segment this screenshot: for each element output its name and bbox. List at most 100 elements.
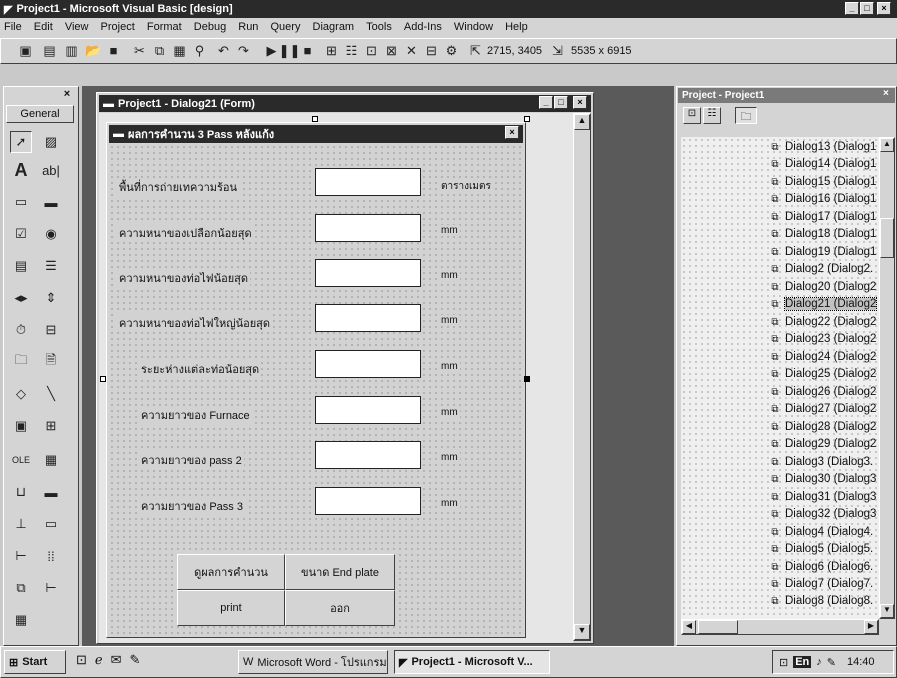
- large-firetube-thickness-textbox[interactable]: [315, 304, 421, 332]
- designed-form-close-button[interactable]: ×: [505, 126, 519, 139]
- component-manager-icon[interactable]: ⚙: [443, 42, 460, 59]
- resize-handle-top[interactable]: [312, 116, 318, 122]
- redo-icon[interactable]: ↷: [235, 42, 252, 59]
- calendar-tool-icon[interactable]: ▦: [10, 609, 32, 631]
- tree-item-dialog8[interactable]: ⧉ Dialog8 (Dialog8.: [769, 594, 873, 608]
- scroll-down-icon[interactable]: ▼: [574, 624, 590, 640]
- designer-vscrollbar[interactable]: ▲ ▼: [573, 113, 591, 641]
- tree-item-dialog18[interactable]: ⧉ Dialog18 (Dialog1: [769, 226, 876, 242]
- tree-item-dialog27[interactable]: ⧉ Dialog27 (Dialog2: [769, 401, 876, 417]
- tree-item-dialog4[interactable]: ⧉ Dialog4 (Dialog4.: [769, 524, 873, 540]
- form-maximize-button[interactable]: □: [554, 96, 568, 109]
- start-button[interactable]: ⊞ Start: [4, 650, 66, 674]
- tree-scroll-down-icon[interactable]: ▼: [880, 604, 894, 618]
- treeview-tool-icon[interactable]: ⊢: [10, 545, 32, 567]
- resize-handle-left[interactable]: [100, 376, 106, 382]
- data-tool-icon[interactable]: ⊞: [40, 415, 62, 437]
- main-title-bar[interactable]: ◤ Project1 - Microsoft Visual Basic [des…: [0, 0, 897, 18]
- firetube-thickness-textbox[interactable]: [315, 259, 421, 287]
- volume-icon[interactable]: ♪: [816, 656, 822, 668]
- view-object-icon[interactable]: ☷: [703, 107, 721, 124]
- menu-run[interactable]: Run: [238, 21, 258, 33]
- tree-hscrollbar[interactable]: ◀ ▶: [681, 619, 879, 635]
- menu-file[interactable]: File: [4, 21, 22, 33]
- menu-view[interactable]: View: [65, 21, 89, 33]
- shape-tool-icon[interactable]: ◇: [10, 383, 32, 405]
- frame-tool-icon[interactable]: ▭: [10, 191, 32, 213]
- project-explorer-title-bar[interactable]: Project - Project1 ×: [678, 88, 895, 103]
- tree-item-dialog2[interactable]: ⧉ Dialog2 (Dialog2.: [769, 261, 873, 277]
- close-button[interactable]: ×: [877, 2, 891, 15]
- tree-item-dialog28[interactable]: ⧉ Dialog28 (Dialog2: [769, 419, 876, 435]
- project-explorer-icon[interactable]: ⊞: [323, 42, 340, 59]
- filelistbox-tool-icon[interactable]: 🗎: [40, 351, 62, 373]
- tree-item-dialog20[interactable]: ⧉ Dialog20 (Dialog2: [769, 279, 876, 295]
- tree-item-dialog17[interactable]: ⧉ Dialog17 (Dialog1: [769, 209, 876, 225]
- start-icon[interactable]: ▶: [263, 42, 280, 59]
- exit-button[interactable]: ออก: [285, 590, 395, 626]
- data-view-icon[interactable]: ⊟: [423, 42, 440, 59]
- save-project-icon[interactable]: ■: [105, 42, 122, 59]
- channels-icon[interactable]: ✎: [130, 652, 141, 672]
- optionbutton-tool-icon[interactable]: ◉: [40, 223, 62, 245]
- tree-scroll-up-icon[interactable]: ▲: [880, 138, 894, 152]
- line-tool-icon[interactable]: ╲: [40, 383, 62, 405]
- tree-item-dialog13[interactable]: ⧉ Dialog13 (Dialog1: [769, 139, 876, 155]
- pointer-tool-icon[interactable]: ➚: [10, 131, 32, 153]
- undo-icon[interactable]: ↶: [215, 42, 232, 59]
- dirlistbox-tool-icon[interactable]: 🗀: [10, 351, 32, 373]
- label-tool-icon[interactable]: A: [10, 159, 32, 181]
- tree-hscroll-thumb[interactable]: [698, 620, 738, 634]
- tree-item-dialog22[interactable]: ⧉ Dialog22 (Dialog2: [769, 314, 876, 330]
- tree-item-dialog3[interactable]: ⧉ Dialog3 (Dialog3.: [769, 454, 873, 470]
- task-word[interactable]: W Microsoft Word - โปรแกรม...: [238, 650, 388, 674]
- break-icon[interactable]: ❚❚: [279, 42, 301, 59]
- find-icon[interactable]: ⚲: [191, 42, 208, 59]
- listview-tool-icon[interactable]: ⁞⁞: [40, 545, 62, 567]
- image-tool-icon[interactable]: ▣: [10, 415, 32, 437]
- tube-pitch-textbox[interactable]: [315, 350, 421, 378]
- form-minimize-button[interactable]: _: [539, 96, 553, 109]
- view-results-button[interactable]: ดูผลการคำนวน: [177, 554, 285, 590]
- open-project-icon[interactable]: 📂: [85, 42, 102, 59]
- form-close-button[interactable]: ×: [573, 96, 587, 109]
- maximize-button[interactable]: □: [860, 2, 874, 15]
- menu-edit[interactable]: Edit: [34, 21, 53, 33]
- project-explorer-close-icon[interactable]: ×: [883, 88, 889, 99]
- menu-editor-icon[interactable]: ▥: [63, 42, 80, 59]
- combobox-tool-icon[interactable]: ▤: [10, 255, 32, 277]
- tree-item-dialog31[interactable]: ⧉ Dialog31 (Dialog3: [769, 489, 876, 505]
- furnace-length-textbox[interactable]: [315, 396, 421, 424]
- print-button[interactable]: print: [177, 590, 285, 626]
- resize-handle-top-right[interactable]: [524, 116, 530, 122]
- tree-item-dialog26[interactable]: ⧉ Dialog26 (Dialog2: [769, 384, 876, 400]
- tree-item-dialog23[interactable]: ⧉ Dialog23 (Dialog2: [769, 331, 876, 347]
- hscrollbar-tool-icon[interactable]: ◂▸: [10, 287, 32, 309]
- tree-item-dialog16[interactable]: ⧉ Dialog16 (Dialog1: [769, 191, 876, 207]
- grid-tool-icon[interactable]: ▦: [40, 449, 62, 471]
- timer-tool-icon[interactable]: ⏱: [10, 319, 32, 341]
- tree-scroll-thumb[interactable]: [880, 218, 894, 258]
- task-vb-project[interactable]: ◤ Project1 - Microsoft V...: [394, 650, 550, 674]
- end-icon[interactable]: ■: [299, 42, 316, 59]
- tree-item-dialog14[interactable]: ⧉ Dialog14 (Dialog1: [769, 156, 876, 172]
- tree-item-dialog6[interactable]: ⧉ Dialog6 (Dialog6.: [769, 559, 873, 575]
- menu-query[interactable]: Query: [271, 21, 301, 33]
- vscrollbar-tool-icon[interactable]: ⇕: [40, 287, 62, 309]
- language-indicator[interactable]: En: [793, 656, 812, 668]
- menu-format[interactable]: Format: [147, 21, 182, 33]
- slider-tool-icon[interactable]: ⊢: [40, 577, 62, 599]
- tree-item-dialog21-selected[interactable]: ⧉ Dialog21 (Dialog2: [769, 296, 878, 312]
- menu-diagram[interactable]: Diagram: [313, 21, 355, 33]
- menu-add-ins[interactable]: Add-Ins: [404, 21, 442, 33]
- cut-icon[interactable]: ✂: [131, 42, 148, 59]
- textbox-tool-icon[interactable]: ab|: [40, 159, 62, 181]
- checkbox-tool-icon[interactable]: ☑: [10, 223, 32, 245]
- toolbox-general-tab[interactable]: General: [6, 105, 74, 123]
- tree-item-dialog29[interactable]: ⧉ Dialog29 (Dialog2: [769, 436, 876, 452]
- menu-project[interactable]: Project: [101, 21, 135, 33]
- tree-item-dialog25[interactable]: ⧉ Dialog25 (Dialog2: [769, 366, 876, 382]
- resize-handle-right[interactable]: [524, 376, 530, 382]
- copy-icon[interactable]: ⧉: [151, 42, 168, 59]
- add-project-icon[interactable]: ▣: [17, 42, 34, 59]
